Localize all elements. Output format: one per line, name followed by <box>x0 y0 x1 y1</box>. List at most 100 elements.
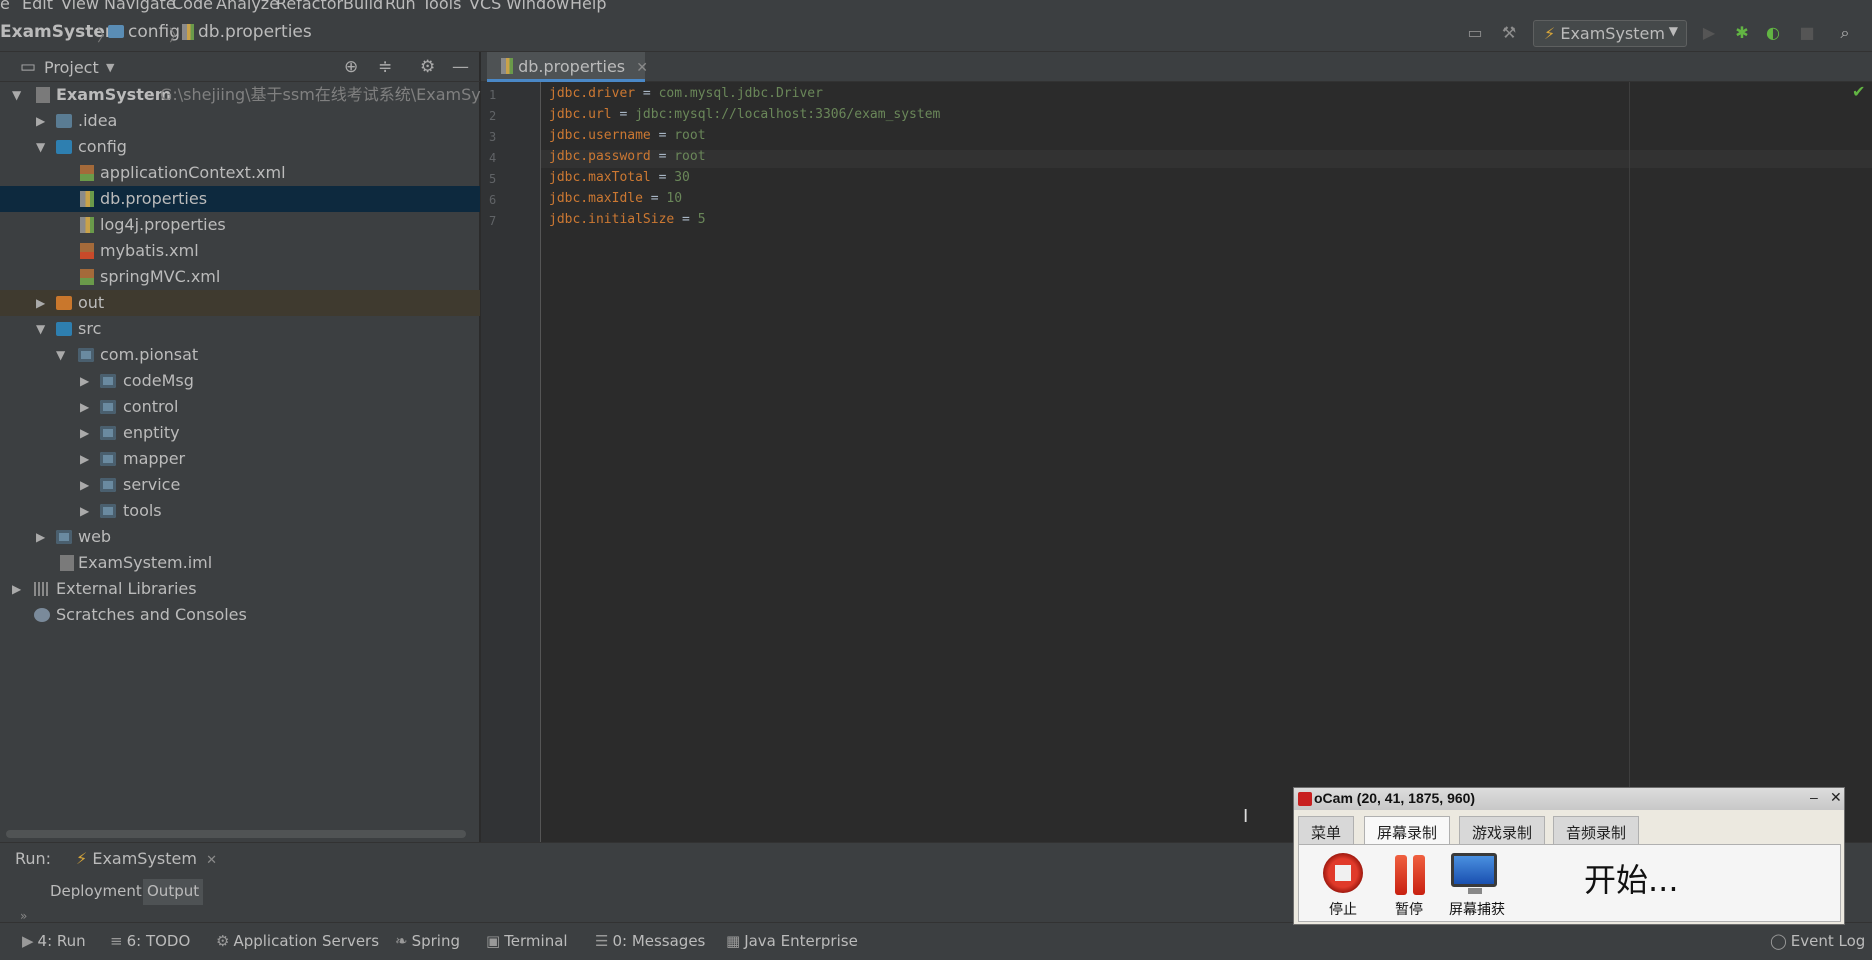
expand-arrow-icon[interactable]: ▶ <box>36 524 50 550</box>
menu-item-vcs[interactable]: VCS <box>469 0 501 13</box>
tab-deployment[interactable]: Deployment <box>46 879 146 905</box>
terminal-view-icon[interactable]: ▭ <box>1466 24 1484 42</box>
ocam-pause-label: 暂停 <box>1395 902 1423 918</box>
chevron-down-icon[interactable]: ▼ <box>106 61 114 74</box>
menu-item-view[interactable]: View <box>61 0 99 13</box>
tool-button-messages[interactable]: ☰ 0: Messages <box>595 932 705 950</box>
tree-item-out[interactable]: ▶ out <box>0 290 480 316</box>
tree-item-com-pionsat[interactable]: ▼ com.pionsat <box>0 342 480 368</box>
tree-item-enptity[interactable]: ▶ enptity <box>0 420 480 446</box>
ocam-tab-menu[interactable]: 菜单 <box>1298 816 1355 844</box>
run-configuration-select[interactable]: ⚡ ExamSystem ▼ <box>1533 20 1687 47</box>
inspection-ok-icon[interactable]: ✔ <box>1852 82 1865 101</box>
ocam-tab-screen-record[interactable]: 屏幕录制 <box>1364 816 1451 844</box>
expand-arrow-icon[interactable]: ▶ <box>80 394 94 420</box>
tool-button-run[interactable]: ▶ 4: Run <box>22 932 86 950</box>
tree-item-control[interactable]: ▶ control <box>0 394 480 420</box>
tool-button-spring[interactable]: ❧ Spring <box>395 932 460 950</box>
expand-arrow-icon[interactable]: ▶ <box>80 498 94 524</box>
menu-item-build[interactable]: Build <box>343 0 383 13</box>
tree-item-log4j[interactable]: log4j.properties <box>0 212 480 238</box>
menu-item-help[interactable]: Help <box>570 0 606 13</box>
expand-arrow-icon[interactable]: ▶ <box>80 472 94 498</box>
code-line: jdbc.password = root <box>549 149 706 164</box>
editor-tab-db-properties[interactable]: db.properties ✕ <box>487 52 648 82</box>
expand-arrow-icon[interactable]: ▶ <box>80 420 94 446</box>
tree-item-iml[interactable]: ExamSystem.iml <box>0 550 480 576</box>
expand-arrow-icon[interactable]: ▶ <box>36 290 50 316</box>
tree-item-service[interactable]: ▶ service <box>0 472 480 498</box>
menu-item-edit[interactable]: Edit <box>22 0 53 13</box>
run-tab-examsystem[interactable]: ⚡ ExamSystem ✕ <box>70 847 223 871</box>
more-icon[interactable]: » <box>20 909 27 923</box>
ocam-tab-audio-record[interactable]: 音频录制 <box>1553 816 1640 844</box>
ocam-pause-button[interactable]: 暂停 <box>1381 851 1437 919</box>
menu-item-window[interactable]: Window <box>506 0 569 13</box>
tree-item-project-root[interactable]: ▼ ExamSystem G:\shejiing\基于ssm在线考试系统\Exa… <box>0 82 512 108</box>
menu-item-run[interactable]: Run <box>385 0 416 13</box>
expand-arrow-icon[interactable]: ▼ <box>12 82 26 108</box>
equals-sign: = <box>611 107 636 122</box>
package-icon <box>78 348 94 362</box>
close-icon[interactable]: ✕ <box>1830 789 1842 806</box>
locate-target-icon[interactable]: ⊕ <box>344 57 358 77</box>
debug-icon[interactable]: ✱ <box>1733 24 1751 42</box>
minimize-icon[interactable]: — <box>452 57 469 77</box>
tree-item-web[interactable]: ▶ web <box>0 524 480 550</box>
tree-item-label: web <box>78 527 112 546</box>
minimize-icon[interactable]: – <box>1810 789 1818 805</box>
tree-item-config[interactable]: ▼ config <box>0 134 480 160</box>
horizontal-scrollbar[interactable] <box>6 830 466 838</box>
tool-button-terminal[interactable]: ▣ Terminal <box>486 932 568 950</box>
tree-item-scratches[interactable]: Scratches and Consoles <box>0 602 480 628</box>
build-hammer-icon[interactable]: ⚒ <box>1500 24 1518 42</box>
tool-button-todo[interactable]: ≡ 6: TODO <box>110 932 190 950</box>
expand-arrow-icon[interactable]: ▼ <box>36 316 50 342</box>
tree-item-db-properties[interactable]: db.properties <box>0 186 480 212</box>
tool-button-app-servers[interactable]: ⚙ Application Servers <box>216 932 379 950</box>
run-icon[interactable]: ▶ <box>1700 24 1718 42</box>
module-icon <box>36 87 50 103</box>
tree-item-src[interactable]: ▼ src <box>0 316 480 342</box>
collapse-all-icon[interactable]: ≑ <box>378 57 392 77</box>
tool-button-java-enterprise[interactable]: ▦ Java Enterprise <box>726 932 858 950</box>
menu-item-file[interactable]: e <box>0 0 10 13</box>
project-panel-title[interactable]: Project <box>44 58 99 77</box>
tree-item-mybatis[interactable]: mybatis.xml <box>0 238 480 264</box>
search-icon[interactable]: ⌕ <box>1836 24 1854 42</box>
menu-item-navigate[interactable]: Navigate <box>104 0 176 13</box>
menu-item-refactor[interactable]: Refactor <box>276 0 343 13</box>
menu-item-analyze[interactable]: Analyze <box>216 0 279 13</box>
tab-output[interactable]: Output <box>143 879 204 905</box>
tree-item-tools[interactable]: ▶ tools <box>0 498 480 524</box>
ocam-tab-game-record[interactable]: 游戏录制 <box>1459 816 1546 844</box>
expand-arrow-icon[interactable]: ▶ <box>12 576 26 602</box>
tree-item-label: tools <box>123 501 162 520</box>
close-icon[interactable]: ✕ <box>636 60 648 76</box>
expand-arrow-icon[interactable]: ▼ <box>36 134 50 160</box>
tree-item-springmvc[interactable]: springMVC.xml <box>0 264 480 290</box>
tree-item-mapper[interactable]: ▶ mapper <box>0 446 480 472</box>
event-log-button[interactable]: ◯ Event Log <box>1770 932 1865 950</box>
gear-icon[interactable]: ⚙ <box>420 57 435 77</box>
tree-item-idea[interactable]: ▶ .idea <box>0 108 480 134</box>
expand-arrow-icon[interactable]: ▶ <box>36 108 50 134</box>
config-icon: ⚡ <box>1544 24 1556 43</box>
expand-arrow-icon[interactable]: ▶ <box>80 446 94 472</box>
coverage-icon[interactable]: ◐ <box>1764 24 1782 42</box>
tree-item-external-libraries[interactable]: ▶ External Libraries <box>0 576 480 602</box>
ocam-stop-button[interactable]: 停止 <box>1315 851 1371 919</box>
ocam-capture-button[interactable]: 屏幕捕获 <box>1445 851 1509 919</box>
ocam-logo-icon <box>1298 792 1312 806</box>
tree-item-applicationcontext[interactable]: applicationContext.xml <box>0 160 480 186</box>
breadcrumb-file[interactable]: db.properties <box>198 22 312 42</box>
property-value: com.mysql.jdbc.Driver <box>658 86 823 101</box>
expand-arrow-icon[interactable]: ▼ <box>56 342 70 368</box>
expand-arrow-icon[interactable]: ▶ <box>80 368 94 394</box>
ocam-title-bar[interactable]: oCam (20, 41, 1875, 960) – ✕ <box>1294 788 1844 810</box>
close-icon[interactable]: ✕ <box>206 853 217 868</box>
menu-item-code[interactable]: Code <box>172 0 213 13</box>
tree-item-codemsg[interactable]: ▶ codeMsg <box>0 368 480 394</box>
menu-item-tools[interactable]: Tools <box>422 0 461 13</box>
stop-icon[interactable]: ■ <box>1798 24 1816 42</box>
